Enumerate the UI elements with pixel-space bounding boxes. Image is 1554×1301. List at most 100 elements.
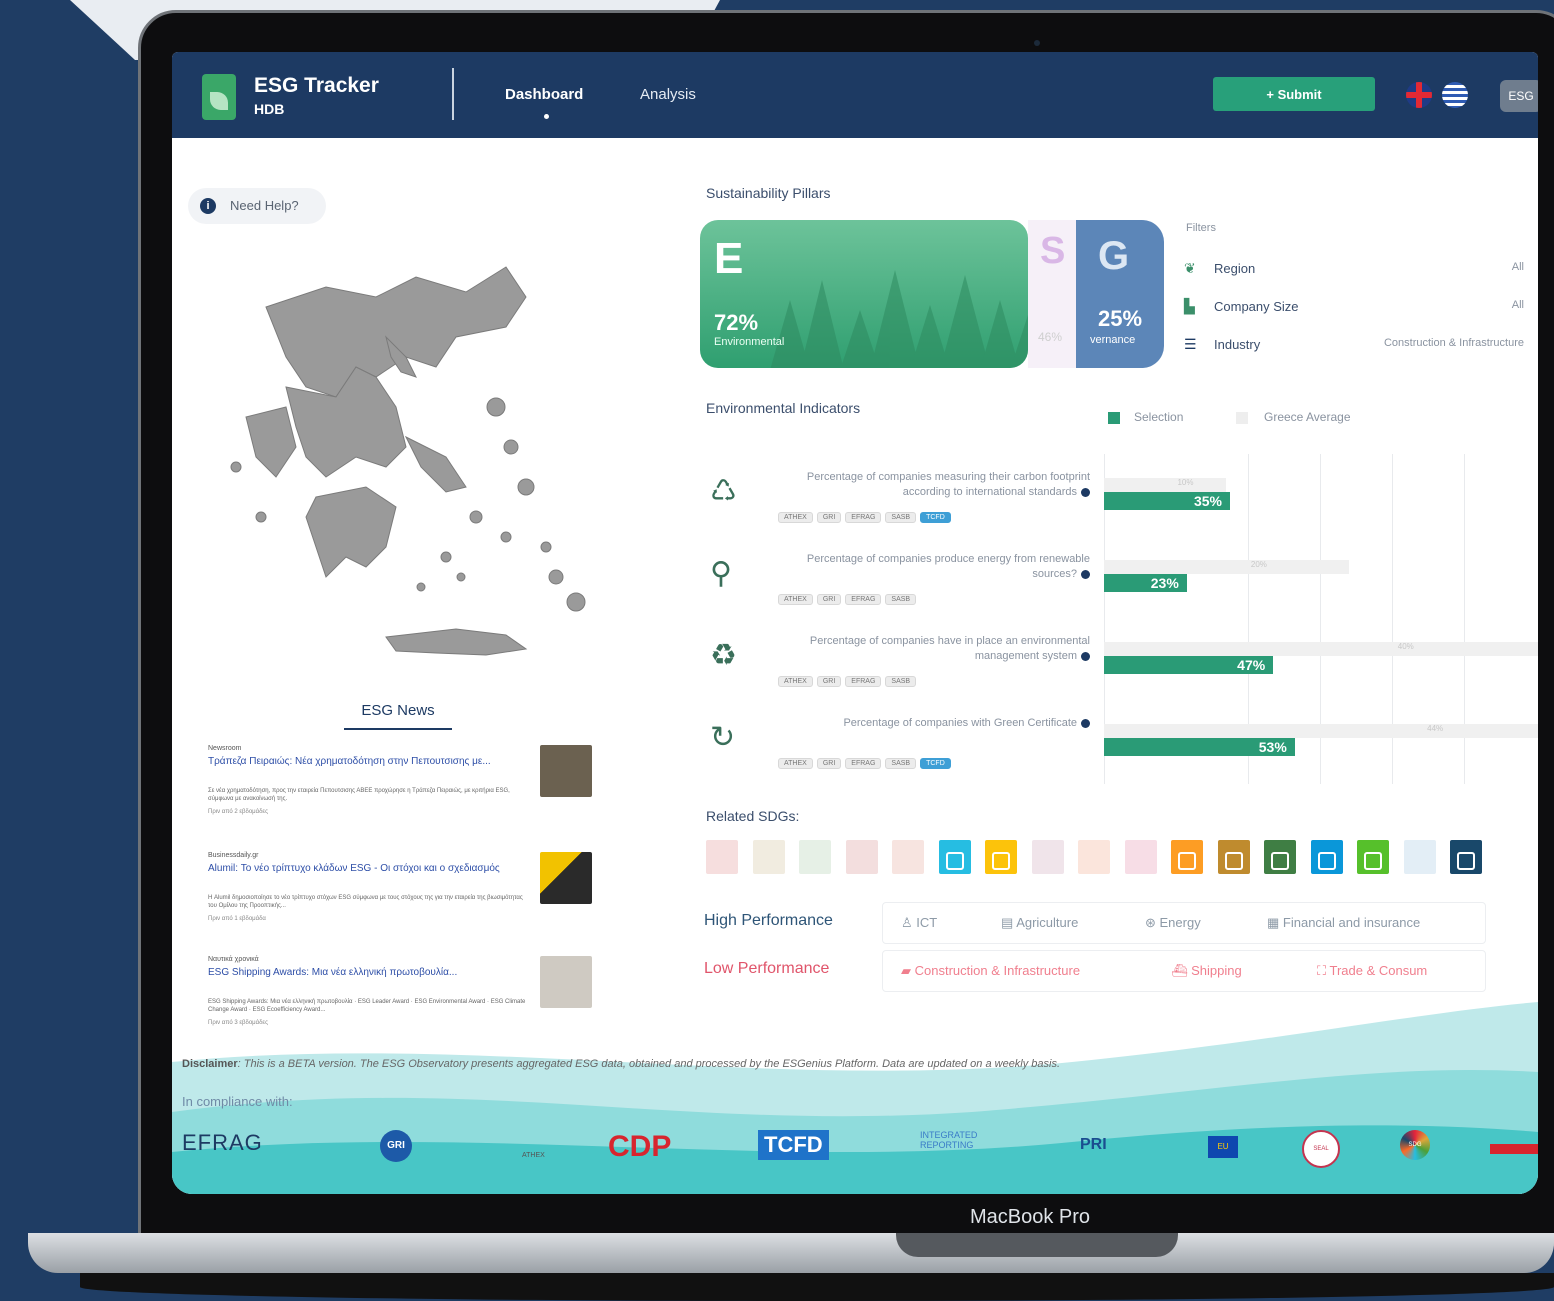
wind-turbine-icon: ⚲ [710, 557, 732, 590]
info-icon[interactable] [1081, 487, 1090, 497]
performance-item[interactable]: ▤ Agriculture [1001, 915, 1078, 931]
average-bar[interactable]: 20% [1104, 560, 1349, 574]
map-island[interactable] [440, 551, 452, 563]
selection-bar[interactable]: 23% [1104, 574, 1187, 592]
map-island[interactable] [548, 569, 564, 585]
sdg-tile[interactable] [1357, 840, 1389, 874]
device-label: MacBook Pro [970, 1206, 1091, 1228]
efrag-logo[interactable]: EFRAG [182, 1130, 352, 1166]
news-item[interactable]: Businessdaily.gr Alumil: Το νέο τρίπτυχο… [208, 852, 598, 948]
low-performance-box: ▰ Construction & Infrastructure ⛴ Shippi… [882, 950, 1486, 992]
news-thumbnail[interactable] [540, 956, 592, 1008]
sdg-tile[interactable] [1171, 840, 1203, 874]
selection-bar[interactable]: 53% [1104, 738, 1295, 756]
sdg-tile[interactable] [1217, 840, 1250, 874]
submit-button[interactable]: + Submit [1213, 77, 1375, 111]
sdg-wheel-logo[interactable]: SDG [1400, 1130, 1434, 1166]
map-island[interactable] [416, 582, 426, 592]
filter-value[interactable]: All [1512, 261, 1524, 273]
sdg-tile[interactable] [706, 840, 738, 874]
integrated-reporting-logo[interactable]: INTEGRATED REPORTING [920, 1130, 1040, 1166]
pillar-environmental[interactable]: E 72% Environmental [700, 220, 1028, 368]
filter-industry[interactable]: ☰ Industry Construction & Infrastructure [1184, 334, 1524, 356]
map-island[interactable] [540, 541, 552, 553]
nav-dashboard[interactable]: Dashboard [505, 86, 583, 103]
gri-logo[interactable]: GRI [380, 1130, 480, 1166]
map-island[interactable] [503, 439, 519, 455]
filter-region[interactable]: ❦ Region All [1184, 258, 1524, 280]
active-nav-indicator [544, 114, 549, 119]
cdp-logo[interactable]: CDP [608, 1130, 718, 1166]
sdg-tile[interactable] [1264, 840, 1296, 874]
need-help-button[interactable]: i Need Help? [188, 188, 326, 224]
selection-bar[interactable]: 35% [1104, 492, 1230, 510]
sdg-tile[interactable] [1310, 840, 1343, 874]
pri-logo[interactable]: PRI [1080, 1130, 1166, 1166]
eu-flag-logo[interactable]: EU [1208, 1130, 1242, 1166]
sdg-tile[interactable] [892, 840, 924, 874]
news-headline[interactable]: Τράπεζα Πειραιώς: Νέα χρηματοδότηση στην… [208, 755, 528, 768]
news-thumbnail[interactable] [540, 852, 592, 904]
greece-map[interactable] [206, 257, 606, 667]
performance-item[interactable]: ♙ ICT [901, 915, 937, 931]
map-island[interactable] [566, 592, 586, 612]
avatar[interactable]: ESG [1500, 80, 1538, 112]
map-island[interactable] [517, 478, 535, 496]
news-thumbnail[interactable] [540, 745, 592, 797]
sdg-tile[interactable] [938, 840, 971, 874]
info-icon[interactable] [1081, 718, 1090, 728]
map-island[interactable] [500, 531, 512, 543]
map-region-crete[interactable] [385, 628, 528, 656]
sdg-tile[interactable] [1450, 840, 1482, 874]
standard-badge: EFRAG [845, 676, 882, 687]
map-region-euboea[interactable] [404, 435, 467, 493]
news-item[interactable]: Newsroom Τράπεζα Πειραιώς: Νέα χρηματοδό… [208, 745, 598, 841]
uk-flag-icon[interactable] [1406, 82, 1432, 108]
map-island[interactable] [255, 511, 267, 523]
standards-badges: ATHEX GRI EFRAG SASB TCFD [778, 752, 955, 769]
performance-item[interactable]: ▰ Construction & Infrastructure [901, 963, 1080, 979]
map-island[interactable] [486, 397, 506, 417]
performance-item[interactable]: ▦ Financial and insurance [1267, 915, 1420, 931]
sdg-tile[interactable] [1124, 840, 1157, 874]
performance-item[interactable]: ⛴ Shipping [1171, 963, 1242, 979]
map-region-peloponnese[interactable] [305, 486, 397, 578]
tcfd-logo[interactable]: TCFD [758, 1130, 876, 1166]
pillar-governance[interactable]: G 25% vernance [1076, 220, 1164, 368]
news-headline[interactable]: Alumil: Το νέο τρίπτυχο κλάδων ESG - Οι … [208, 862, 528, 875]
news-snippet: Η Alumil δημοσιοποίησε το νέο τρίπτυχο σ… [208, 895, 523, 909]
average-bar[interactable]: 40% [1104, 642, 1538, 656]
info-icon[interactable] [1081, 651, 1090, 661]
athex-logo[interactable]: ATHEX [522, 1130, 572, 1166]
sdg-tile[interactable] [1078, 840, 1110, 874]
map-island[interactable] [469, 510, 483, 524]
map-island[interactable] [456, 572, 466, 582]
filter-company-size[interactable]: ▙ Company Size All [1184, 296, 1524, 318]
sdg-tile[interactable] [799, 840, 831, 874]
sdg-tile[interactable] [1403, 840, 1436, 874]
map-island[interactable] [230, 461, 242, 473]
greece-flag-icon[interactable] [1442, 82, 1468, 108]
sdg-tile[interactable] [752, 840, 785, 874]
filter-value[interactable]: Construction & Infrastructure [1384, 337, 1524, 349]
sdg-tile[interactable] [845, 840, 878, 874]
filter-value[interactable]: All [1512, 299, 1524, 311]
top-navbar: ESG Tracker HDB Dashboard Analysis + Sub… [172, 52, 1538, 138]
average-bar[interactable]: 44% [1104, 724, 1538, 738]
official-seal-logo[interactable]: SEAL [1302, 1130, 1340, 1168]
selection-bar[interactable]: 47% [1104, 656, 1274, 674]
performance-item[interactable]: ⛶ Trade & Consum [1317, 963, 1427, 979]
camera [1034, 40, 1040, 46]
map-region-north[interactable] [265, 266, 527, 398]
nav-analysis[interactable]: Analysis [640, 86, 696, 103]
sdg-tile[interactable] [985, 840, 1017, 874]
sdg-tile[interactable] [1031, 840, 1064, 874]
partner-logo[interactable] [1490, 1130, 1538, 1166]
info-icon[interactable] [1081, 569, 1090, 579]
performance-item[interactable]: ⊛ Energy [1145, 915, 1201, 931]
average-bar[interactable]: 10% [1104, 478, 1227, 492]
app-logo[interactable] [202, 74, 236, 120]
news-headline[interactable]: ESG Shipping Awards: Μια νέα ελληνική πρ… [208, 966, 528, 979]
map-region-west[interactable] [245, 406, 297, 478]
news-underline [344, 728, 452, 730]
